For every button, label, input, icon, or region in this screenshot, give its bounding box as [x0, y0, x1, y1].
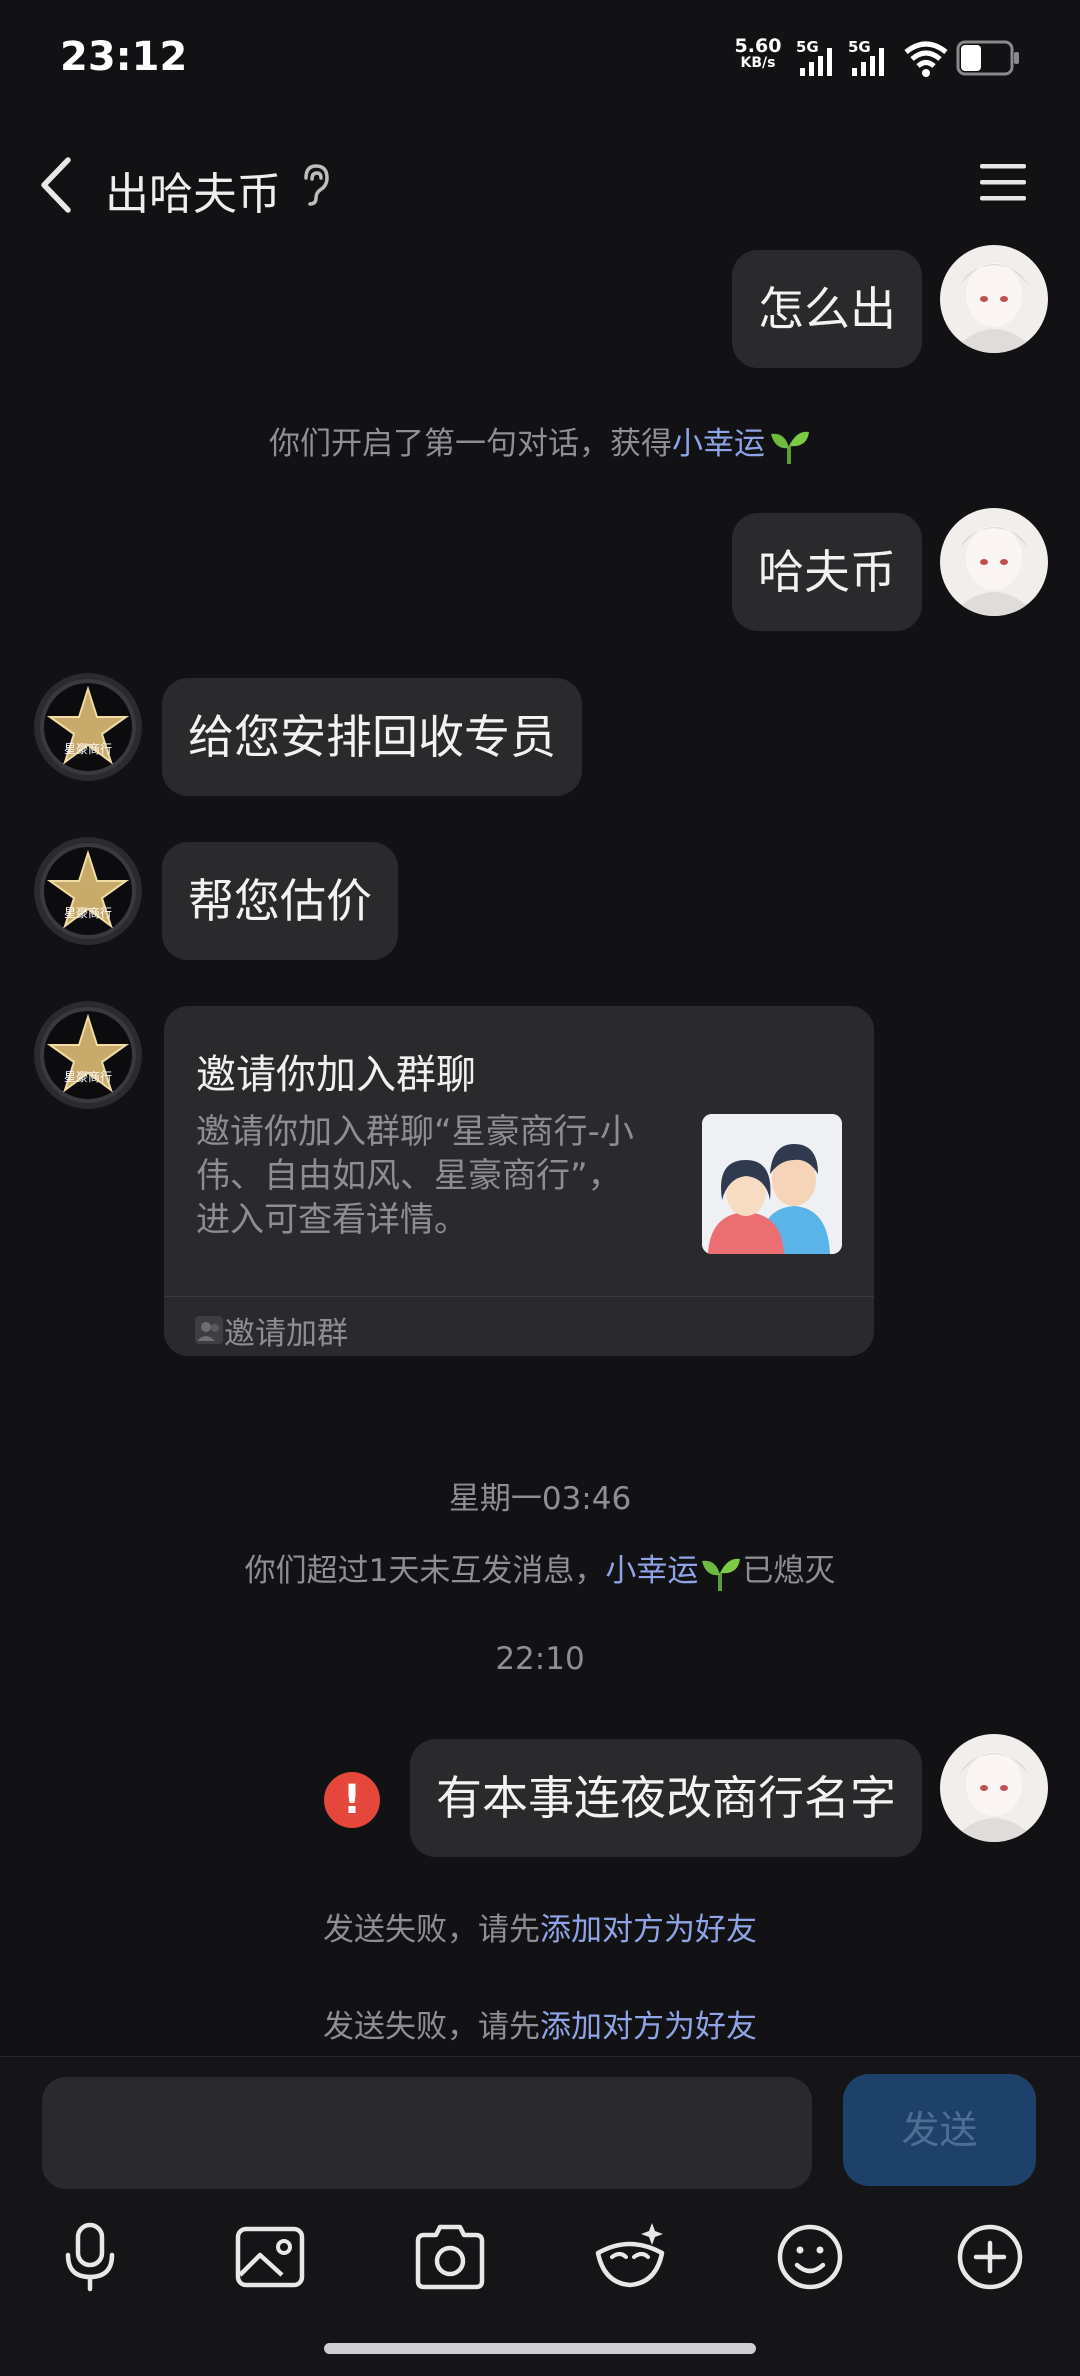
- send-failed-text: 发送失败，请先: [323, 1912, 540, 1948]
- message-bubble-other[interactable]: 帮您估价: [162, 842, 398, 960]
- signal-icon: 5G: [796, 38, 832, 76]
- magic-sticker-icon[interactable]: [590, 2217, 670, 2297]
- avatar-self-image: [940, 245, 1048, 353]
- send-failed-text: 发送失败，请先: [323, 2009, 540, 2045]
- signal-icon: 5G: [848, 38, 884, 76]
- sprout-icon: [771, 431, 809, 464]
- message-bubble-self[interactable]: 怎么出: [732, 250, 922, 368]
- star-emblem-icon: 星豪商行: [34, 1001, 142, 1109]
- avatar-self[interactable]: [940, 245, 1048, 353]
- status-time: 23:12: [60, 34, 188, 80]
- back-chevron-icon[interactable]: [36, 156, 76, 214]
- message-bubble-other[interactable]: 给您安排回收专员: [162, 678, 582, 796]
- network-speed: 5.60 KB/s: [734, 35, 782, 72]
- group-people-icon: [702, 1114, 842, 1254]
- ear-icon[interactable]: [300, 162, 332, 208]
- star-emblem-icon: 星豪商行: [34, 837, 142, 945]
- avatar-badge-text: 星豪商行: [64, 741, 112, 756]
- hamburger-menu-icon[interactable]: [978, 160, 1028, 204]
- avatar-other[interactable]: 星豪商行: [34, 1001, 142, 1109]
- avatar-badge-text: 星豪商行: [64, 905, 112, 920]
- message-bubble-self[interactable]: 哈夫币: [732, 513, 922, 631]
- input-bar: 发送: [0, 2056, 1080, 2376]
- add-friend-link[interactable]: 添加对方为好友: [540, 2009, 757, 2045]
- card-description: 邀请你加入群聊“星豪商行-小伟、自由如风、星豪商行”，进入可查看详情。: [196, 1112, 634, 1240]
- invite-group-icon: [195, 1316, 223, 1344]
- group-thumbnail: [702, 1114, 842, 1254]
- chat-title[interactable]: 出哈夫币: [105, 158, 281, 222]
- lucky-link[interactable]: 小幸运: [672, 426, 765, 462]
- send-failed-notice: 发送失败，请先添加对方为好友: [0, 2001, 1080, 2046]
- system-message-first-chat: 你们开启了第一句对话，获得小幸运: [0, 418, 1080, 466]
- card-title: 邀请你加入群聊: [196, 1052, 476, 1098]
- lucky-link[interactable]: 小幸运: [605, 1553, 698, 1589]
- network-speed-unit: KB/s: [740, 55, 776, 71]
- microphone-icon[interactable]: [50, 2217, 130, 2297]
- image-gallery-icon[interactable]: [230, 2217, 310, 2297]
- timestamp: 22:10: [495, 1641, 585, 1677]
- card-divider: [164, 1296, 874, 1297]
- send-failed-notice: 发送失败，请先添加对方为好友: [0, 1904, 1080, 1949]
- avatar-self[interactable]: [940, 508, 1048, 616]
- send-failed-icon[interactable]: !: [324, 1772, 380, 1828]
- timestamp: 星期一03:46: [448, 1481, 632, 1517]
- status-bar: 23:12 5.60 KB/s 5G 5G: [0, 0, 1080, 120]
- add-friend-link[interactable]: 添加对方为好友: [540, 1912, 757, 1948]
- plus-more-icon[interactable]: [950, 2217, 1030, 2297]
- emoji-icon[interactable]: [770, 2217, 850, 2297]
- avatar-other[interactable]: 星豪商行: [34, 673, 142, 781]
- chat-header: 出哈夫币: [0, 120, 1080, 250]
- avatar-badge-text: 星豪商行: [64, 1069, 112, 1084]
- system-message-text: 你们超过1天未互发消息，: [244, 1553, 606, 1589]
- avatar-self-image: [940, 508, 1048, 616]
- home-indicator[interactable]: [324, 2343, 756, 2354]
- network-speed-value: 5.60: [734, 35, 782, 57]
- send-button[interactable]: 发送: [843, 2074, 1036, 2186]
- message-bubble-self[interactable]: 有本事连夜改商行名字: [410, 1739, 922, 1857]
- system-message-text: 你们开启了第一句对话，获得: [269, 426, 672, 462]
- star-emblem-icon: 星豪商行: [34, 673, 142, 781]
- avatar-self[interactable]: [940, 1734, 1048, 1842]
- card-footer-label: 邀请加群: [224, 1316, 348, 1352]
- wifi-icon: [904, 41, 948, 77]
- battery-icon: [956, 40, 1019, 76]
- system-message-suffix: 已熄灭: [742, 1553, 836, 1589]
- camera-icon[interactable]: [410, 2217, 490, 2297]
- signal-label: 5G: [796, 38, 819, 56]
- avatar-other[interactable]: 星豪商行: [34, 837, 142, 945]
- signal-label: 5G: [848, 38, 871, 56]
- avatar-self-image: [940, 1734, 1048, 1842]
- message-input[interactable]: [42, 2077, 812, 2189]
- system-message-lucky-expired: 你们超过1天未互发消息，小幸运 已熄灭: [0, 1545, 1080, 1593]
- sprout-icon: [702, 1558, 741, 1591]
- group-invite-card[interactable]: 邀请你加入群聊 邀请你加入群聊“星豪商行-小伟、自由如风、星豪商行”，进入可查看…: [164, 1006, 874, 1356]
